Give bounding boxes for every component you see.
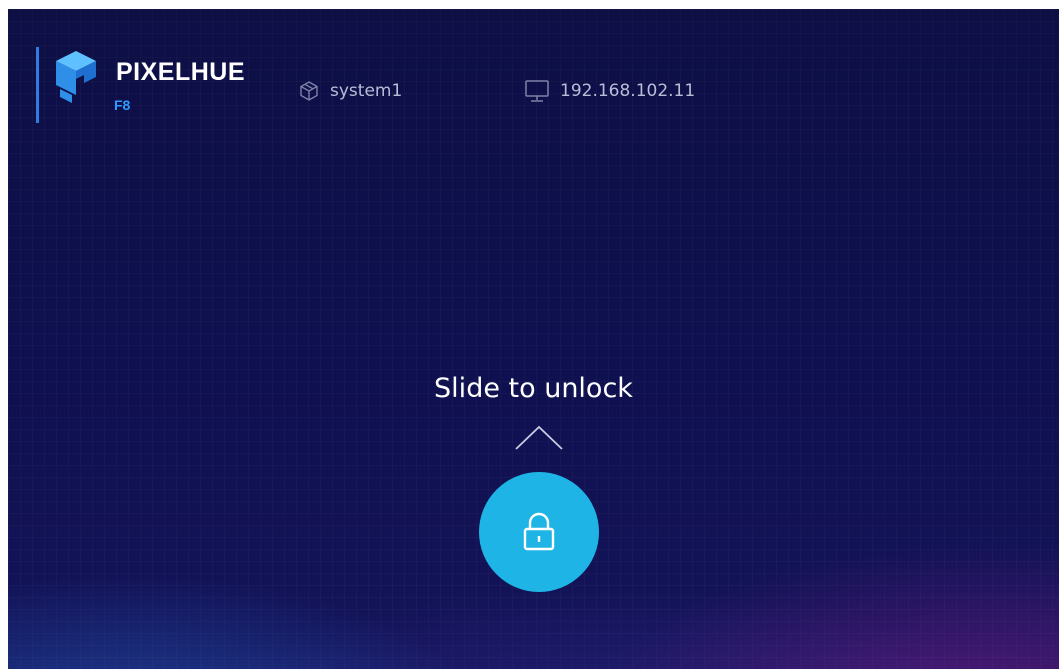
unlock-slider-handle[interactable] (479, 472, 599, 592)
chevron-up-icon (515, 425, 563, 450)
monitor-icon (525, 80, 549, 102)
lock-screen: PIXELHUE F8 system1 192.168.102.11 Slide… (8, 9, 1059, 669)
system-info: system1 (298, 79, 402, 103)
system-name: system1 (330, 81, 403, 101)
unlock-prompt: Slide to unlock (434, 373, 633, 404)
header: PIXELHUE F8 system1 192.168.102.11 (8, 9, 1059, 129)
brand-name: PIXELHUE (116, 58, 246, 86)
cube-icon (300, 81, 318, 101)
pixelhue-logo-icon (56, 51, 96, 103)
model-name: F8 (114, 97, 131, 113)
accent-bar (36, 47, 39, 123)
ip-address: 192.168.102.11 (560, 81, 696, 101)
lock-icon (523, 512, 555, 551)
ip-info: 192.168.102.11 (524, 79, 695, 103)
